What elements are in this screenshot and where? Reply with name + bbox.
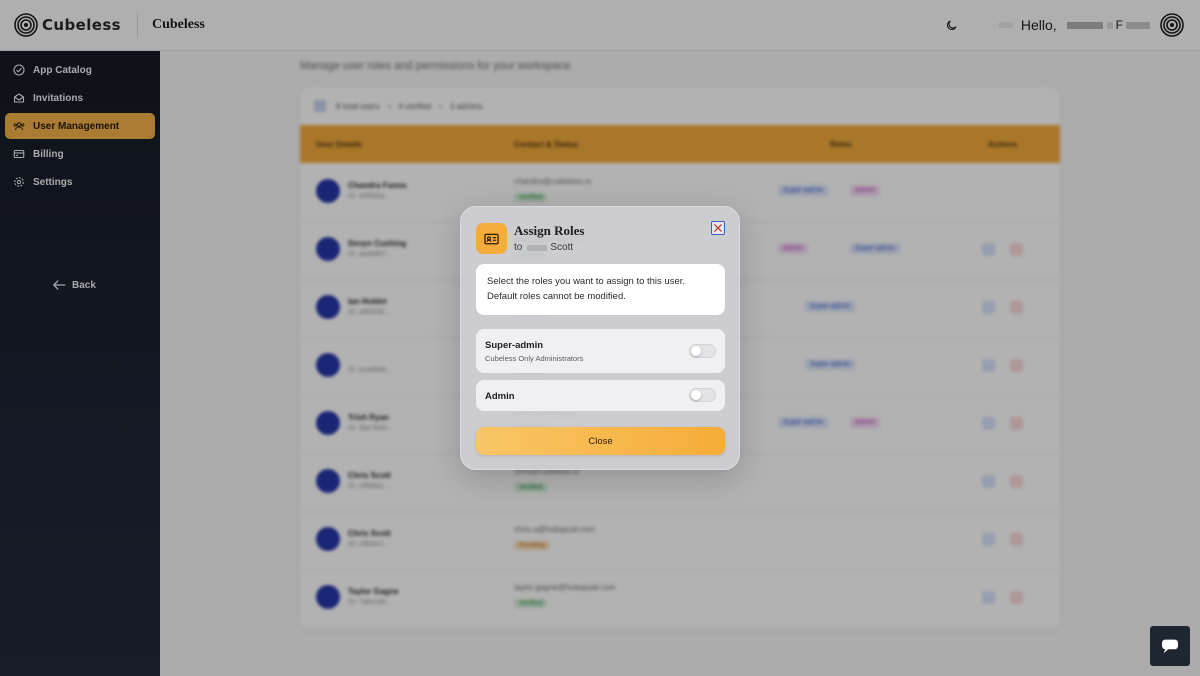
chat-widget-button[interactable] xyxy=(1150,626,1190,666)
role-option-super-admin: Super-admin Cubeless Only Administrators xyxy=(476,329,725,373)
close-button[interactable]: Close xyxy=(476,427,725,455)
id-card-icon xyxy=(476,223,507,254)
super-admin-toggle[interactable] xyxy=(689,344,716,358)
admin-toggle[interactable] xyxy=(689,388,716,402)
assign-roles-modal: Assign Roles to Scott Select the roles y… xyxy=(460,206,740,470)
toggle-knob xyxy=(691,390,701,400)
modal-subtitle: to Scott xyxy=(514,242,573,253)
modal-to-prefix: to xyxy=(514,242,523,253)
close-icon xyxy=(714,224,722,232)
modal-user-name: Scott xyxy=(550,242,574,253)
close-icon-button[interactable] xyxy=(711,221,725,235)
modal-title: Assign Roles xyxy=(514,223,585,238)
modal-info-text: Select the roles you want to assign to t… xyxy=(476,264,725,315)
chat-bubble-icon xyxy=(1162,639,1178,654)
toggle-knob xyxy=(691,346,701,356)
role-option-admin: Admin xyxy=(476,380,725,411)
redacted-first-name xyxy=(527,244,548,251)
role-description: Cubeless Only Administrators xyxy=(485,354,584,363)
role-name: Super-admin xyxy=(485,340,544,351)
role-name: Admin xyxy=(485,391,515,402)
